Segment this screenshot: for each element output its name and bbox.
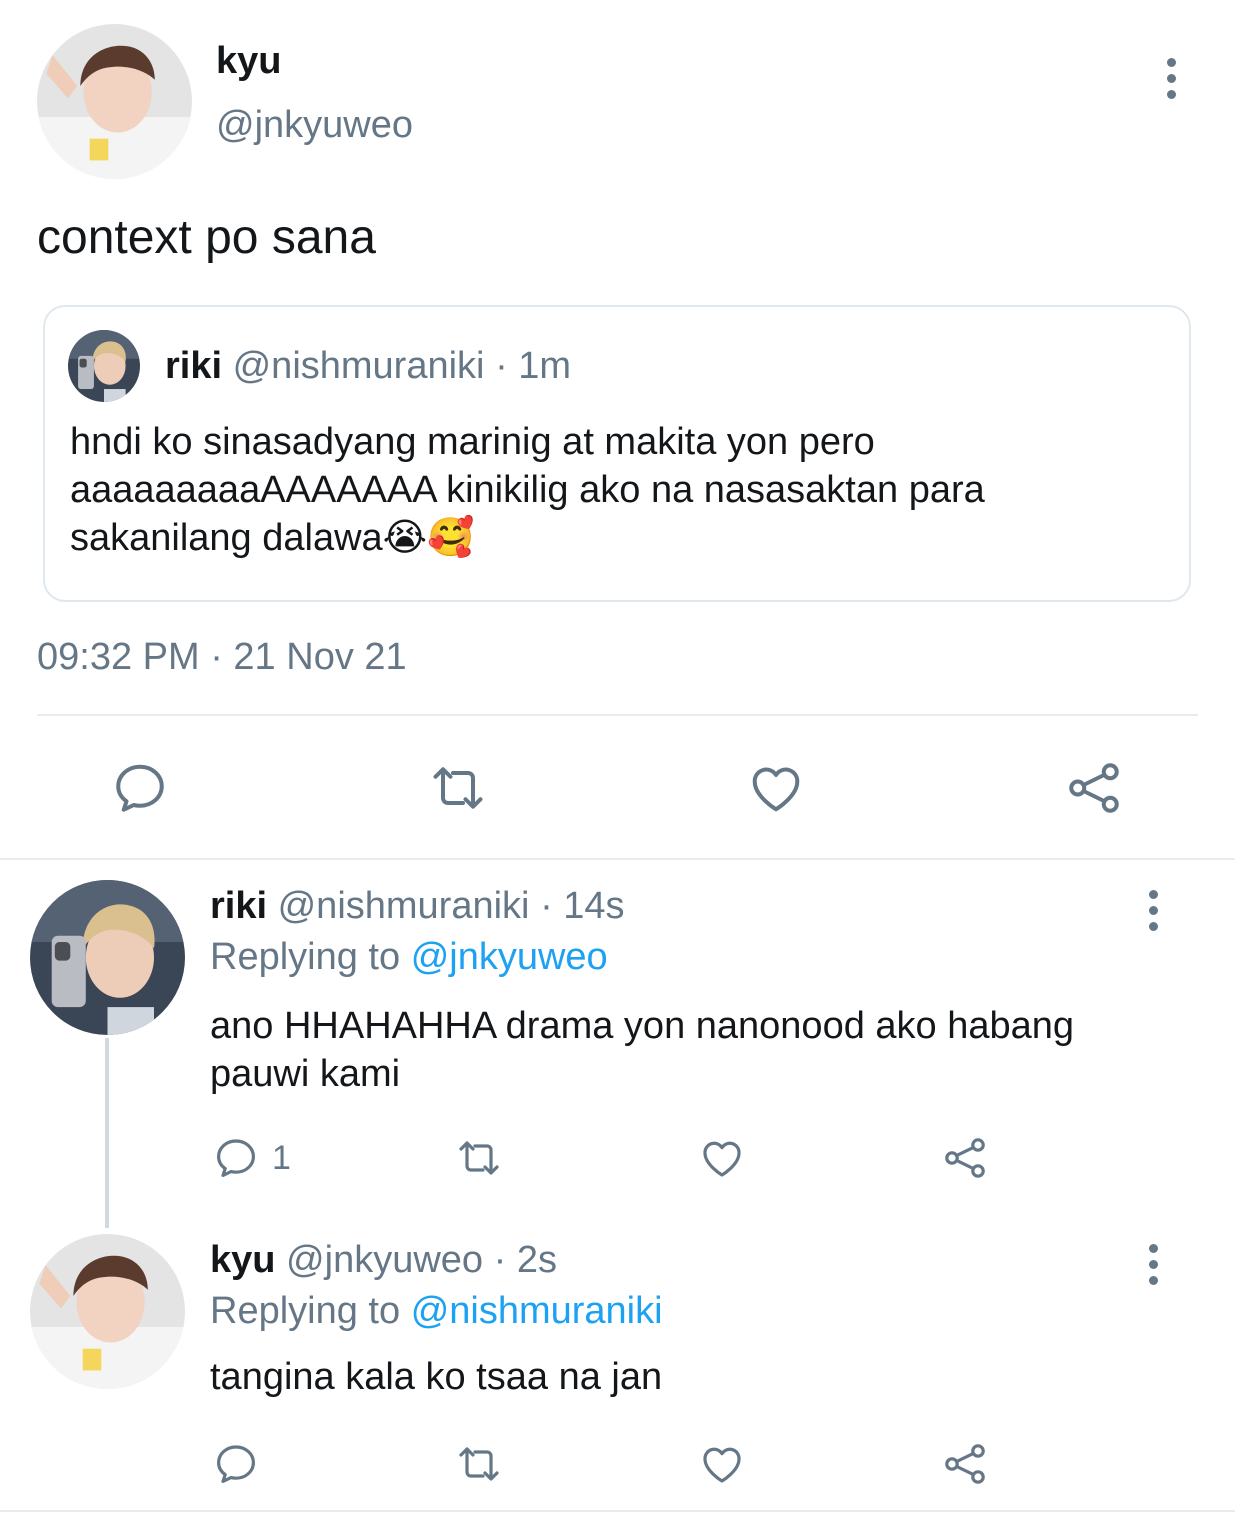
- emoji: 😭🥰: [382, 517, 475, 559]
- more-vertical-icon[interactable]: [1146, 890, 1160, 931]
- reply-icon: [212, 1134, 260, 1182]
- quoted-header: riki @nishmuraniki · 1m: [165, 345, 571, 388]
- retweet-button[interactable]: [455, 1134, 503, 1182]
- tweet-timestamp[interactable]: 09:32 PM · 21 Nov 21: [37, 636, 407, 679]
- reply-header: riki @nishmuraniki · 14s: [210, 885, 625, 928]
- reply-button[interactable]: [212, 1440, 272, 1488]
- avatar-image: [30, 1234, 185, 1389]
- quoted-avatar: [68, 330, 140, 402]
- replying-to-label: Replying to: [210, 936, 401, 978]
- like-button[interactable]: [746, 758, 806, 818]
- tweet-text: context po sana: [37, 211, 376, 264]
- avatar-image: [30, 880, 185, 1035]
- quoted-text: hndi ko sinasadyang marinig at makita yo…: [70, 418, 985, 562]
- replying-to-handle[interactable]: @nishmuraniki: [411, 1290, 663, 1332]
- reply-avatar[interactable]: [30, 880, 185, 1035]
- author-avatar[interactable]: [37, 24, 192, 179]
- quoted-text-line-3: sakanilang dalawa: [70, 517, 383, 559]
- replying-to-label: Replying to: [210, 1290, 401, 1332]
- avatar-image: [68, 330, 140, 402]
- heart-icon: [746, 758, 806, 818]
- share-button[interactable]: [1064, 758, 1124, 818]
- quoted-display-name: riki: [165, 345, 223, 387]
- reply-time: · 2s: [493, 1239, 557, 1281]
- share-icon: [941, 1440, 989, 1488]
- heart-icon: [698, 1134, 746, 1182]
- reply-time: · 14s: [540, 885, 625, 927]
- reply-text-line: pauwi kami: [210, 1053, 401, 1095]
- reply-text: tangina kala ko tsaa na jan: [210, 1356, 663, 1398]
- replying-to-handle[interactable]: @jnkyuweo: [411, 936, 608, 978]
- divider: [0, 858, 1235, 860]
- quoted-text-line: aaaaaaaaaAAAAAAA kinikilig ako na nasasa…: [70, 469, 985, 511]
- share-button[interactable]: [941, 1440, 989, 1488]
- reply-text: ano HHAHAHHA drama yon nanonood ako haba…: [210, 1002, 1074, 1098]
- share-icon: [1064, 758, 1124, 818]
- reply-handle[interactable]: @jnkyuweo: [286, 1239, 483, 1281]
- retweet-button[interactable]: [428, 758, 488, 818]
- divider: [37, 714, 1198, 716]
- more-vertical-icon[interactable]: [1146, 1244, 1160, 1285]
- share-button[interactable]: [941, 1134, 989, 1182]
- like-button[interactable]: [698, 1134, 746, 1182]
- divider: [0, 1510, 1235, 1512]
- author-display-name[interactable]: kyu: [216, 40, 281, 83]
- reply-count: 1: [272, 1138, 291, 1177]
- reply-button[interactable]: [110, 758, 170, 818]
- replying-to: Replying to @jnkyuweo: [210, 936, 608, 979]
- reply-icon: [212, 1440, 260, 1488]
- thread-line: [105, 1038, 109, 1228]
- reply-button[interactable]: 1: [212, 1134, 291, 1182]
- avatar-image: [37, 24, 192, 179]
- quoted-time: · 1m: [495, 345, 572, 387]
- author-handle[interactable]: @jnkyuweo: [216, 104, 413, 147]
- reply-header: kyu @jnkyuweo · 2s: [210, 1239, 557, 1282]
- quoted-text-line: sakanilang dalawa😭🥰: [70, 514, 985, 562]
- retweet-icon: [455, 1134, 503, 1182]
- reply-icon: [110, 758, 170, 818]
- quoted-text-line: hndi ko sinasadyang marinig at makita yo…: [70, 421, 875, 463]
- quoted-handle: @nishmuraniki: [232, 345, 485, 387]
- like-button[interactable]: [698, 1440, 746, 1488]
- heart-icon: [698, 1440, 746, 1488]
- retweet-button[interactable]: [455, 1440, 503, 1488]
- reply-handle[interactable]: @nishmuraniki: [278, 885, 530, 927]
- more-vertical-icon[interactable]: [1164, 58, 1178, 99]
- reply-text-line: ano HHAHAHHA drama yon nanonood ako haba…: [210, 1005, 1075, 1047]
- retweet-icon: [428, 758, 488, 818]
- reply-avatar[interactable]: [30, 1234, 185, 1389]
- replying-to: Replying to @nishmuraniki: [210, 1290, 663, 1333]
- retweet-icon: [455, 1440, 503, 1488]
- reply-display-name[interactable]: riki: [210, 885, 267, 927]
- share-icon: [941, 1134, 989, 1182]
- reply-display-name[interactable]: kyu: [210, 1239, 275, 1281]
